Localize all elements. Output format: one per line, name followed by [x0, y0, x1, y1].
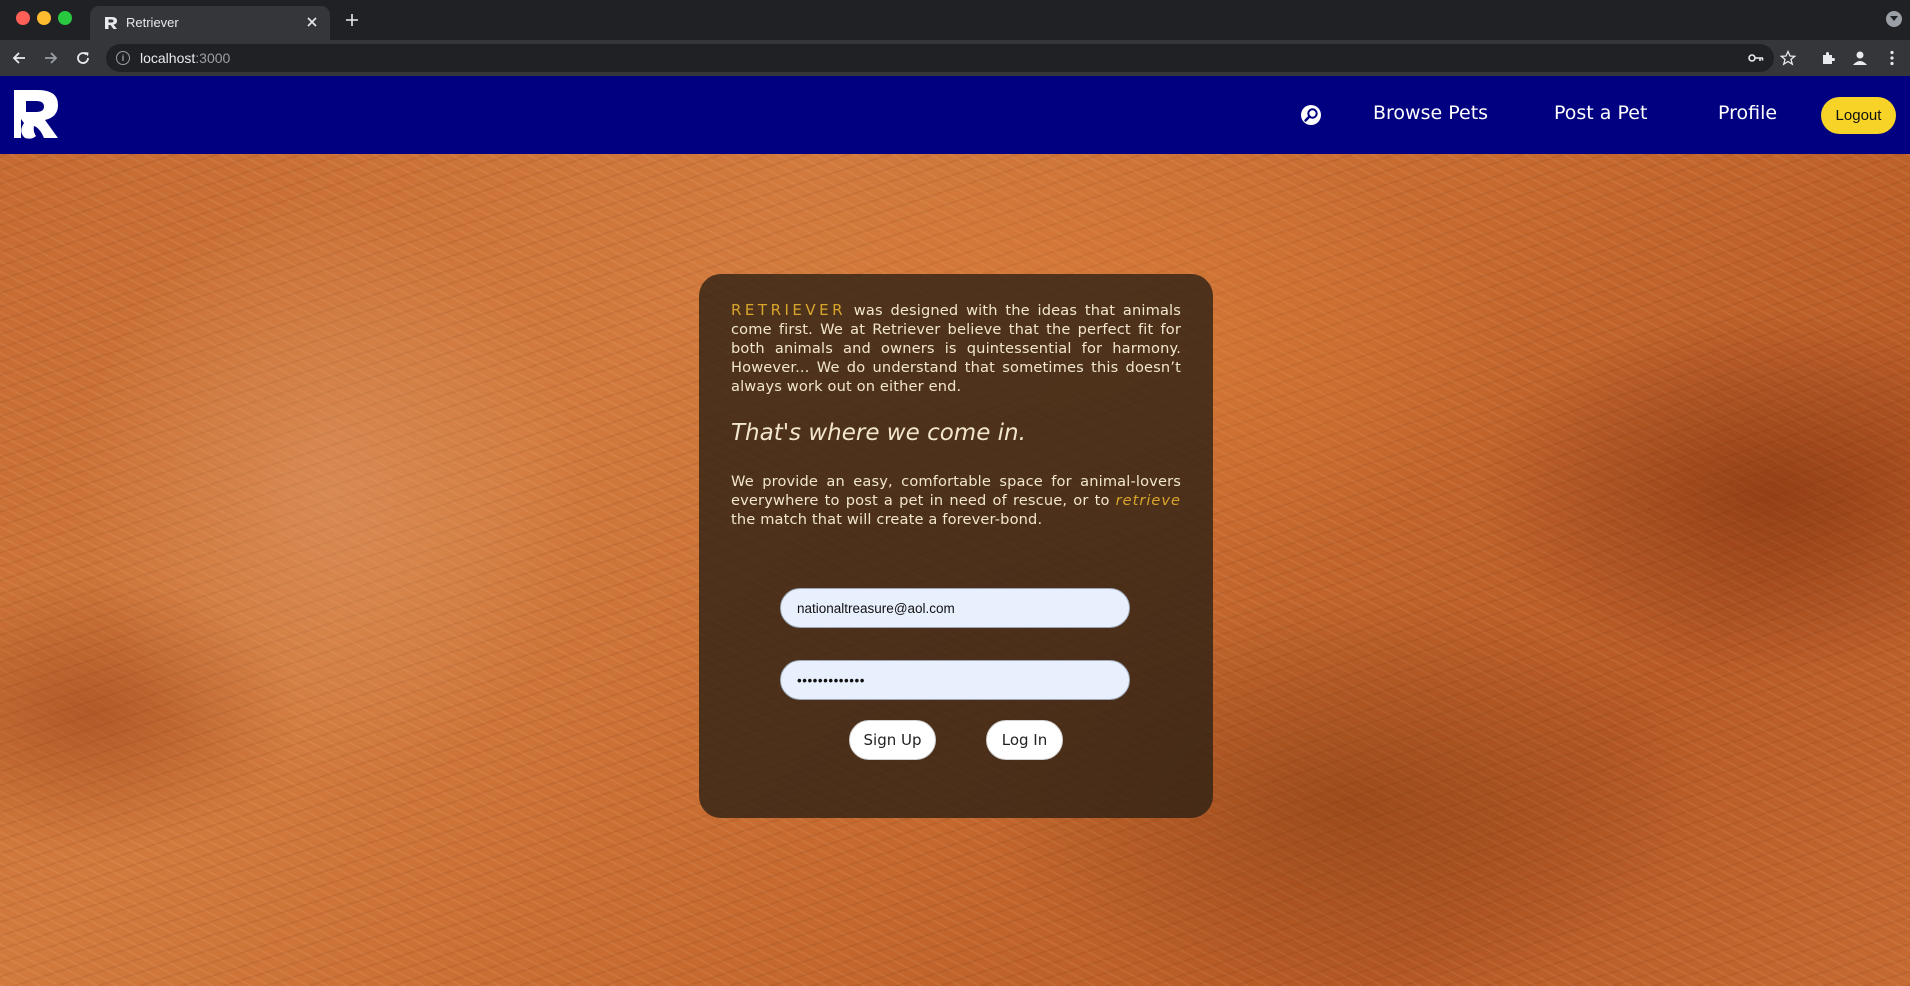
nav-post-a-pet[interactable]: Post a Pet [1554, 102, 1647, 124]
browser-menu-icon[interactable] [1882, 48, 1902, 68]
forward-arrow-icon[interactable] [40, 47, 62, 69]
tab-search-dropdown-icon[interactable] [1886, 11, 1902, 27]
search-icon[interactable] [1299, 103, 1323, 127]
body-text-before: We provide an easy, comfortable space fo… [731, 473, 1181, 509]
sign-up-button[interactable]: Sign Up [849, 720, 936, 760]
browser-toolbar: i localhost:3000 [0, 40, 1910, 76]
bookmark-star-icon[interactable] [1778, 48, 1798, 68]
url-host: localhost [140, 50, 196, 66]
maximize-window-button[interactable] [58, 11, 72, 25]
minimize-window-button[interactable] [37, 11, 51, 25]
retrieve-highlight: retrieve [1115, 492, 1181, 509]
tagline-heading: That's where we come in. [731, 420, 1026, 446]
tab-strip: Retriever [0, 0, 1910, 40]
reload-icon[interactable] [72, 47, 94, 69]
email-field[interactable] [780, 588, 1130, 628]
new-tab-icon[interactable] [342, 10, 362, 30]
nav-profile[interactable]: Profile [1718, 102, 1777, 124]
address-bar[interactable]: i localhost:3000 [106, 44, 1774, 72]
extensions-puzzle-icon[interactable] [1818, 48, 1838, 68]
nav-browse-pets[interactable]: Browse Pets [1373, 102, 1488, 124]
tab-title: Retriever [126, 15, 179, 30]
login-card: RETRIEVER was designed with the ideas th… [699, 274, 1213, 818]
browser-chrome: Retriever i localhost:3000 [0, 0, 1910, 76]
site-navbar: Browse Pets Post a Pet Profile Logout [0, 76, 1910, 154]
body-paragraph: We provide an easy, comfortable space fo… [731, 472, 1181, 529]
url-port: :3000 [195, 50, 231, 66]
logout-button[interactable]: Logout [1821, 97, 1896, 134]
browser-tab[interactable]: Retriever [90, 6, 330, 40]
retriever-logo[interactable] [12, 88, 60, 140]
back-arrow-icon[interactable] [8, 47, 30, 69]
retriever-favicon-icon [104, 16, 118, 30]
password-key-icon[interactable] [1748, 50, 1764, 66]
profile-avatar-icon[interactable] [1850, 48, 1870, 68]
log-in-button[interactable]: Log In [986, 720, 1063, 760]
body-text-after: the match that will create a forever-bon… [731, 511, 1043, 528]
site-info-icon[interactable]: i [116, 51, 130, 65]
password-field[interactable] [780, 660, 1130, 700]
page-viewport: Browse Pets Post a Pet Profile Logout RE… [0, 76, 1910, 986]
intro-paragraph: RETRIEVER was designed with the ideas th… [731, 301, 1181, 396]
url-text: localhost:3000 [140, 50, 230, 66]
close-tab-icon[interactable] [304, 14, 320, 30]
close-window-button[interactable] [16, 11, 30, 25]
brand-word: RETRIEVER [731, 301, 847, 319]
